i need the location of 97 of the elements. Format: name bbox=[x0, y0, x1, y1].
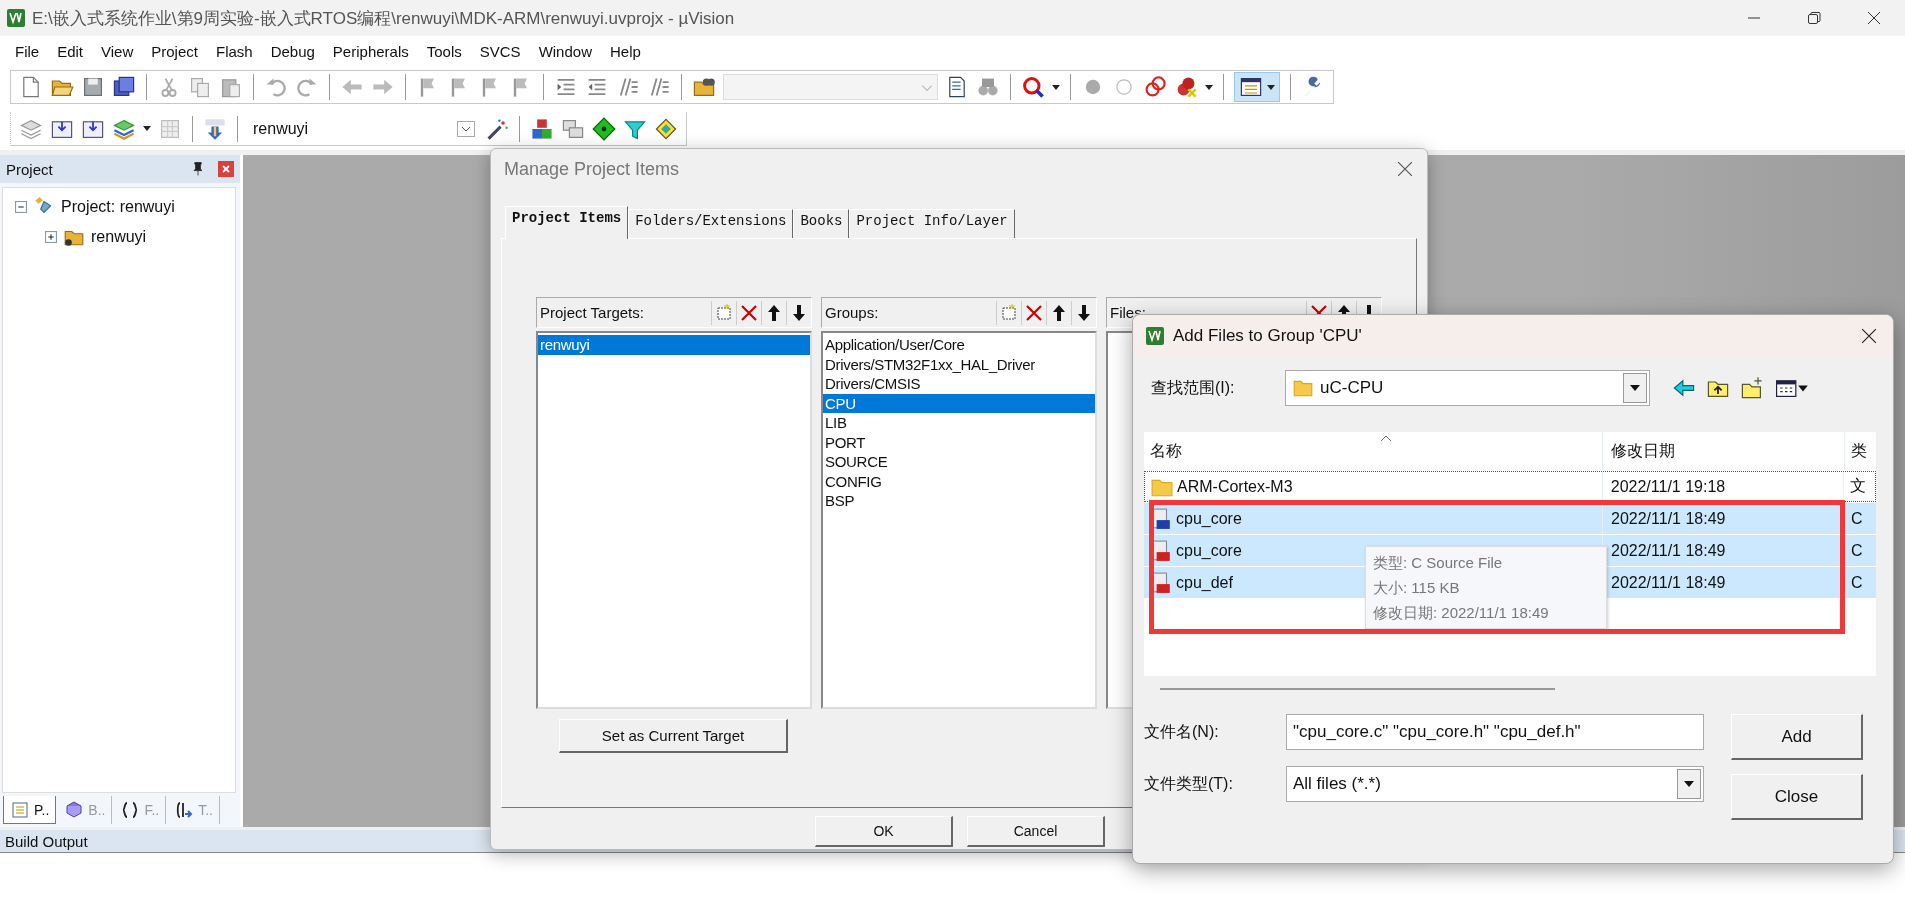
tree-item[interactable]: renwuyi bbox=[91, 228, 147, 246]
list-item[interactable]: PORT bbox=[823, 432, 1095, 452]
dialog-tab[interactable]: Books bbox=[793, 209, 850, 238]
diamonds-icon[interactable] bbox=[654, 116, 678, 141]
file-type: C bbox=[1844, 535, 1876, 566]
file-row[interactable]: cpu_core 2022/11/1 18:49 C bbox=[1144, 503, 1876, 534]
column-header[interactable]: 名称 bbox=[1144, 432, 1602, 470]
app-icon bbox=[6, 8, 26, 28]
menu-item[interactable]: View bbox=[92, 42, 143, 60]
caret-icon[interactable] bbox=[1052, 84, 1060, 90]
set-target-button[interactable]: Set as Current Target bbox=[559, 719, 788, 753]
dialog-button[interactable]: OK bbox=[815, 816, 953, 847]
list-item[interactable]: SOURCE bbox=[823, 452, 1095, 472]
list-item[interactable]: LIB bbox=[823, 413, 1095, 433]
menu-item[interactable]: File bbox=[6, 42, 49, 60]
list-item[interactable]: Application/User/Core bbox=[823, 335, 1095, 355]
close-icon[interactable] bbox=[1861, 328, 1877, 344]
dropdown-button[interactable] bbox=[1677, 769, 1701, 799]
file-type-select[interactable]: All files (*.*) bbox=[1286, 766, 1704, 802]
diamond-icon[interactable] bbox=[592, 116, 616, 141]
rings-icon[interactable] bbox=[1143, 75, 1167, 99]
chevron-icon bbox=[921, 84, 933, 92]
menu-item[interactable]: SVCS bbox=[470, 42, 530, 60]
list-item[interactable]: Drivers/CMSIS bbox=[823, 374, 1095, 394]
dialog-title: Add Files to Group 'CPU' bbox=[1173, 326, 1362, 346]
restore-icon[interactable] bbox=[1807, 11, 1821, 25]
dropdown-button[interactable] bbox=[1623, 373, 1647, 403]
file-type: 文 bbox=[1843, 472, 1875, 501]
load-icon[interactable] bbox=[203, 116, 227, 141]
caret-icon bbox=[1630, 385, 1640, 391]
menu-item[interactable]: Debug bbox=[261, 42, 324, 60]
wand-icon[interactable] bbox=[485, 116, 509, 141]
file-date: 2022/11/1 19:18 bbox=[1601, 472, 1844, 501]
menu-item[interactable]: Window bbox=[529, 42, 601, 60]
dialog-title: Manage Project Items bbox=[504, 158, 680, 180]
field-label: 查找范围(I): bbox=[1151, 377, 1236, 398]
blocks-icon[interactable] bbox=[530, 116, 554, 141]
file-name: cpu_core bbox=[1176, 541, 1242, 560]
file-type: C bbox=[1844, 567, 1876, 598]
tab-icon bbox=[64, 800, 85, 820]
list-title: Project Targets: bbox=[540, 304, 645, 321]
tooltip-line: 大小: 115 KB bbox=[1373, 578, 1461, 598]
new-folder-icon[interactable] bbox=[1740, 376, 1764, 400]
close-icon[interactable] bbox=[1397, 161, 1413, 177]
field-label: 文件类型(T): bbox=[1144, 773, 1234, 794]
dialog-tab[interactable]: Project Info/Layer bbox=[849, 209, 1015, 238]
folder-select[interactable]: uC-CPU bbox=[1285, 370, 1650, 406]
list-item[interactable]: renwuyi bbox=[538, 335, 810, 355]
column-header[interactable]: 修改日期 bbox=[1602, 432, 1844, 470]
panel-title: Build Output bbox=[5, 832, 88, 850]
list-title: Groups: bbox=[825, 304, 880, 321]
save-icon[interactable] bbox=[81, 75, 105, 99]
save-all-icon[interactable] bbox=[112, 75, 136, 99]
window-icon bbox=[1239, 75, 1263, 99]
panel-tab[interactable]: P.. bbox=[3, 796, 57, 824]
file-type: C bbox=[1844, 503, 1876, 534]
panel-title: Project bbox=[6, 160, 54, 178]
caret-icon[interactable] bbox=[1205, 84, 1213, 90]
tab-icon bbox=[174, 800, 195, 820]
tree-item[interactable]: Project: renwuyi bbox=[61, 198, 175, 216]
list-item[interactable]: BSP bbox=[823, 491, 1095, 511]
magnifier-icon[interactable] bbox=[1021, 75, 1045, 99]
dialog-tab[interactable]: Project Items bbox=[505, 206, 629, 239]
window-title: E:\嵌入式系统作业\第9周实验-嵌入式RTOS编程\renwuyi\MDK-ARM\renwuyi.uvprojx - µVision bbox=[32, 7, 735, 30]
menu-item[interactable]: Help bbox=[601, 42, 650, 60]
menu-item[interactable]: Flash bbox=[206, 42, 262, 60]
file-name: ARM-Cortex-M3 bbox=[1177, 477, 1293, 496]
menu-item[interactable]: Tools bbox=[417, 42, 471, 60]
field-label: 文件名(N): bbox=[1144, 721, 1220, 742]
file-row[interactable]: ARM-Cortex-M3 2022/11/1 19:18 文 bbox=[1144, 471, 1876, 502]
caret-icon[interactable] bbox=[143, 126, 151, 131]
list-item[interactable]: CONFIG bbox=[823, 471, 1095, 491]
file-name: cpu_core bbox=[1176, 509, 1242, 528]
close-icon[interactable] bbox=[1867, 11, 1881, 25]
caret-icon bbox=[1684, 781, 1694, 787]
window-toggle-button[interactable] bbox=[1234, 72, 1280, 102]
file-name-field[interactable]: "cpu_core.c" "cpu_core.h" "cpu_def.h" bbox=[1286, 714, 1704, 750]
dialog-button[interactable]: Add bbox=[1731, 714, 1863, 760]
chevron-icon[interactable] bbox=[457, 120, 475, 137]
dialog-button[interactable]: Cancel bbox=[967, 816, 1105, 847]
file-name: cpu_def bbox=[1176, 573, 1233, 592]
list-item[interactable]: Drivers/STM32F1xx_HAL_Driver bbox=[823, 354, 1095, 374]
tree-toggle-icon[interactable] bbox=[45, 231, 57, 243]
tooltip-line: 类型: C Source File bbox=[1373, 553, 1504, 573]
caret-icon bbox=[1267, 84, 1275, 90]
dialog-tab[interactable]: Folders/Extensions bbox=[628, 209, 794, 238]
menu-item[interactable]: Project bbox=[142, 42, 207, 60]
list-item[interactable]: CPU bbox=[823, 393, 1095, 413]
menu-item[interactable]: Peripherals bbox=[323, 42, 418, 60]
target-select[interactable]: renwuyi bbox=[248, 115, 478, 142]
tooltip-line: 修改日期: 2022/11/1 18:49 bbox=[1373, 603, 1550, 623]
app-icon bbox=[1145, 326, 1165, 346]
column-header[interactable]: 类 bbox=[1844, 432, 1876, 470]
menu-item[interactable]: Edit bbox=[48, 42, 93, 60]
tree-toggle-icon[interactable] bbox=[15, 201, 27, 213]
dialog-button[interactable]: Close bbox=[1731, 774, 1863, 820]
tab-icon bbox=[10, 799, 30, 820]
